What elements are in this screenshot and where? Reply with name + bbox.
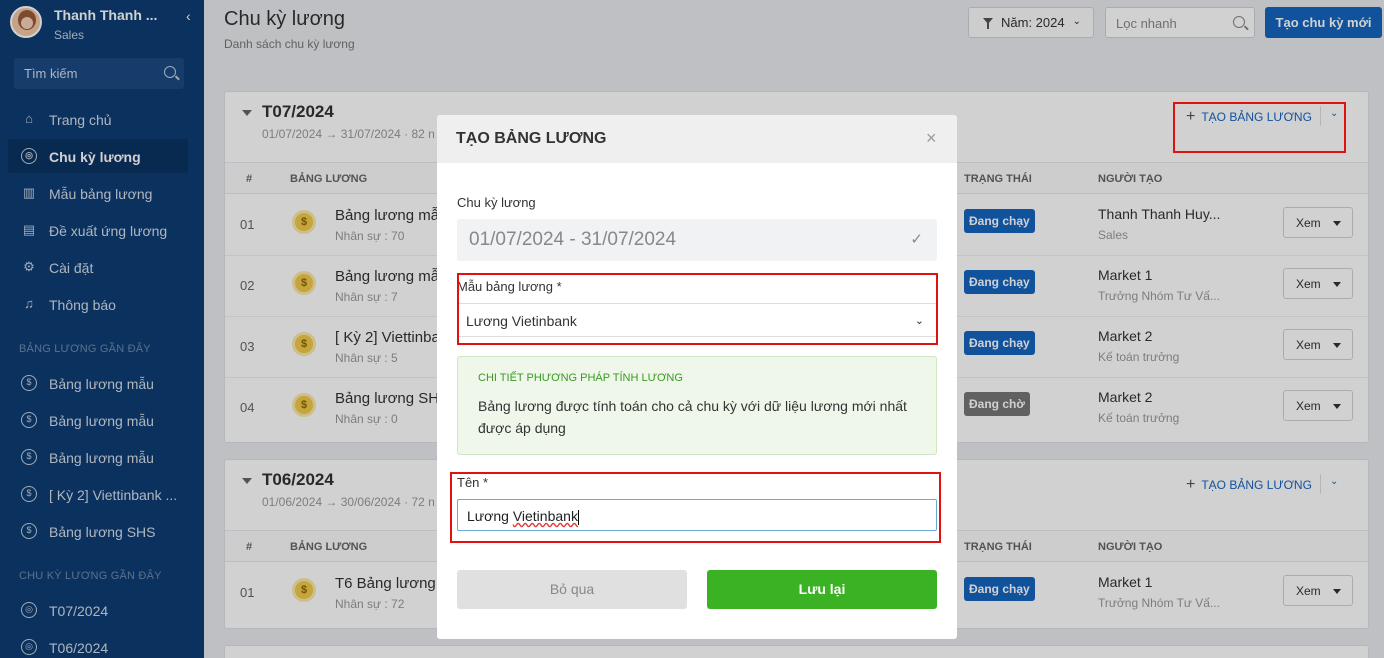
modal-header: TẠO BẢNG LƯƠNG × bbox=[437, 115, 957, 163]
highlight-box bbox=[450, 472, 941, 543]
highlight-box bbox=[457, 273, 938, 345]
period-field-label: Chu kỳ lương bbox=[457, 195, 536, 210]
save-button[interactable]: Lưu lại bbox=[707, 570, 937, 609]
create-payroll-modal: TẠO BẢNG LƯƠNG × Chu kỳ lương 01/07/2024… bbox=[437, 115, 957, 639]
check-icon: ✓ bbox=[910, 231, 923, 248]
calculation-info-box: CHI TIẾT PHƯƠNG PHÁP TÍNH LƯƠNG Bảng lươ… bbox=[457, 356, 937, 455]
close-icon[interactable]: × bbox=[926, 128, 937, 149]
cancel-button[interactable]: Bỏ qua bbox=[457, 570, 687, 609]
info-title: CHI TIẾT PHƯƠNG PHÁP TÍNH LƯƠNG bbox=[478, 372, 683, 384]
period-field-value: 01/07/2024 - 31/07/2024 bbox=[469, 229, 677, 250]
modal-title: TẠO BẢNG LƯƠNG bbox=[456, 130, 607, 147]
highlight-box bbox=[1173, 102, 1346, 153]
period-field: 01/07/2024 - 31/07/2024 ✓ bbox=[457, 219, 937, 261]
info-text: Bảng lương được tính toán cho cả chu kỳ … bbox=[478, 398, 907, 436]
